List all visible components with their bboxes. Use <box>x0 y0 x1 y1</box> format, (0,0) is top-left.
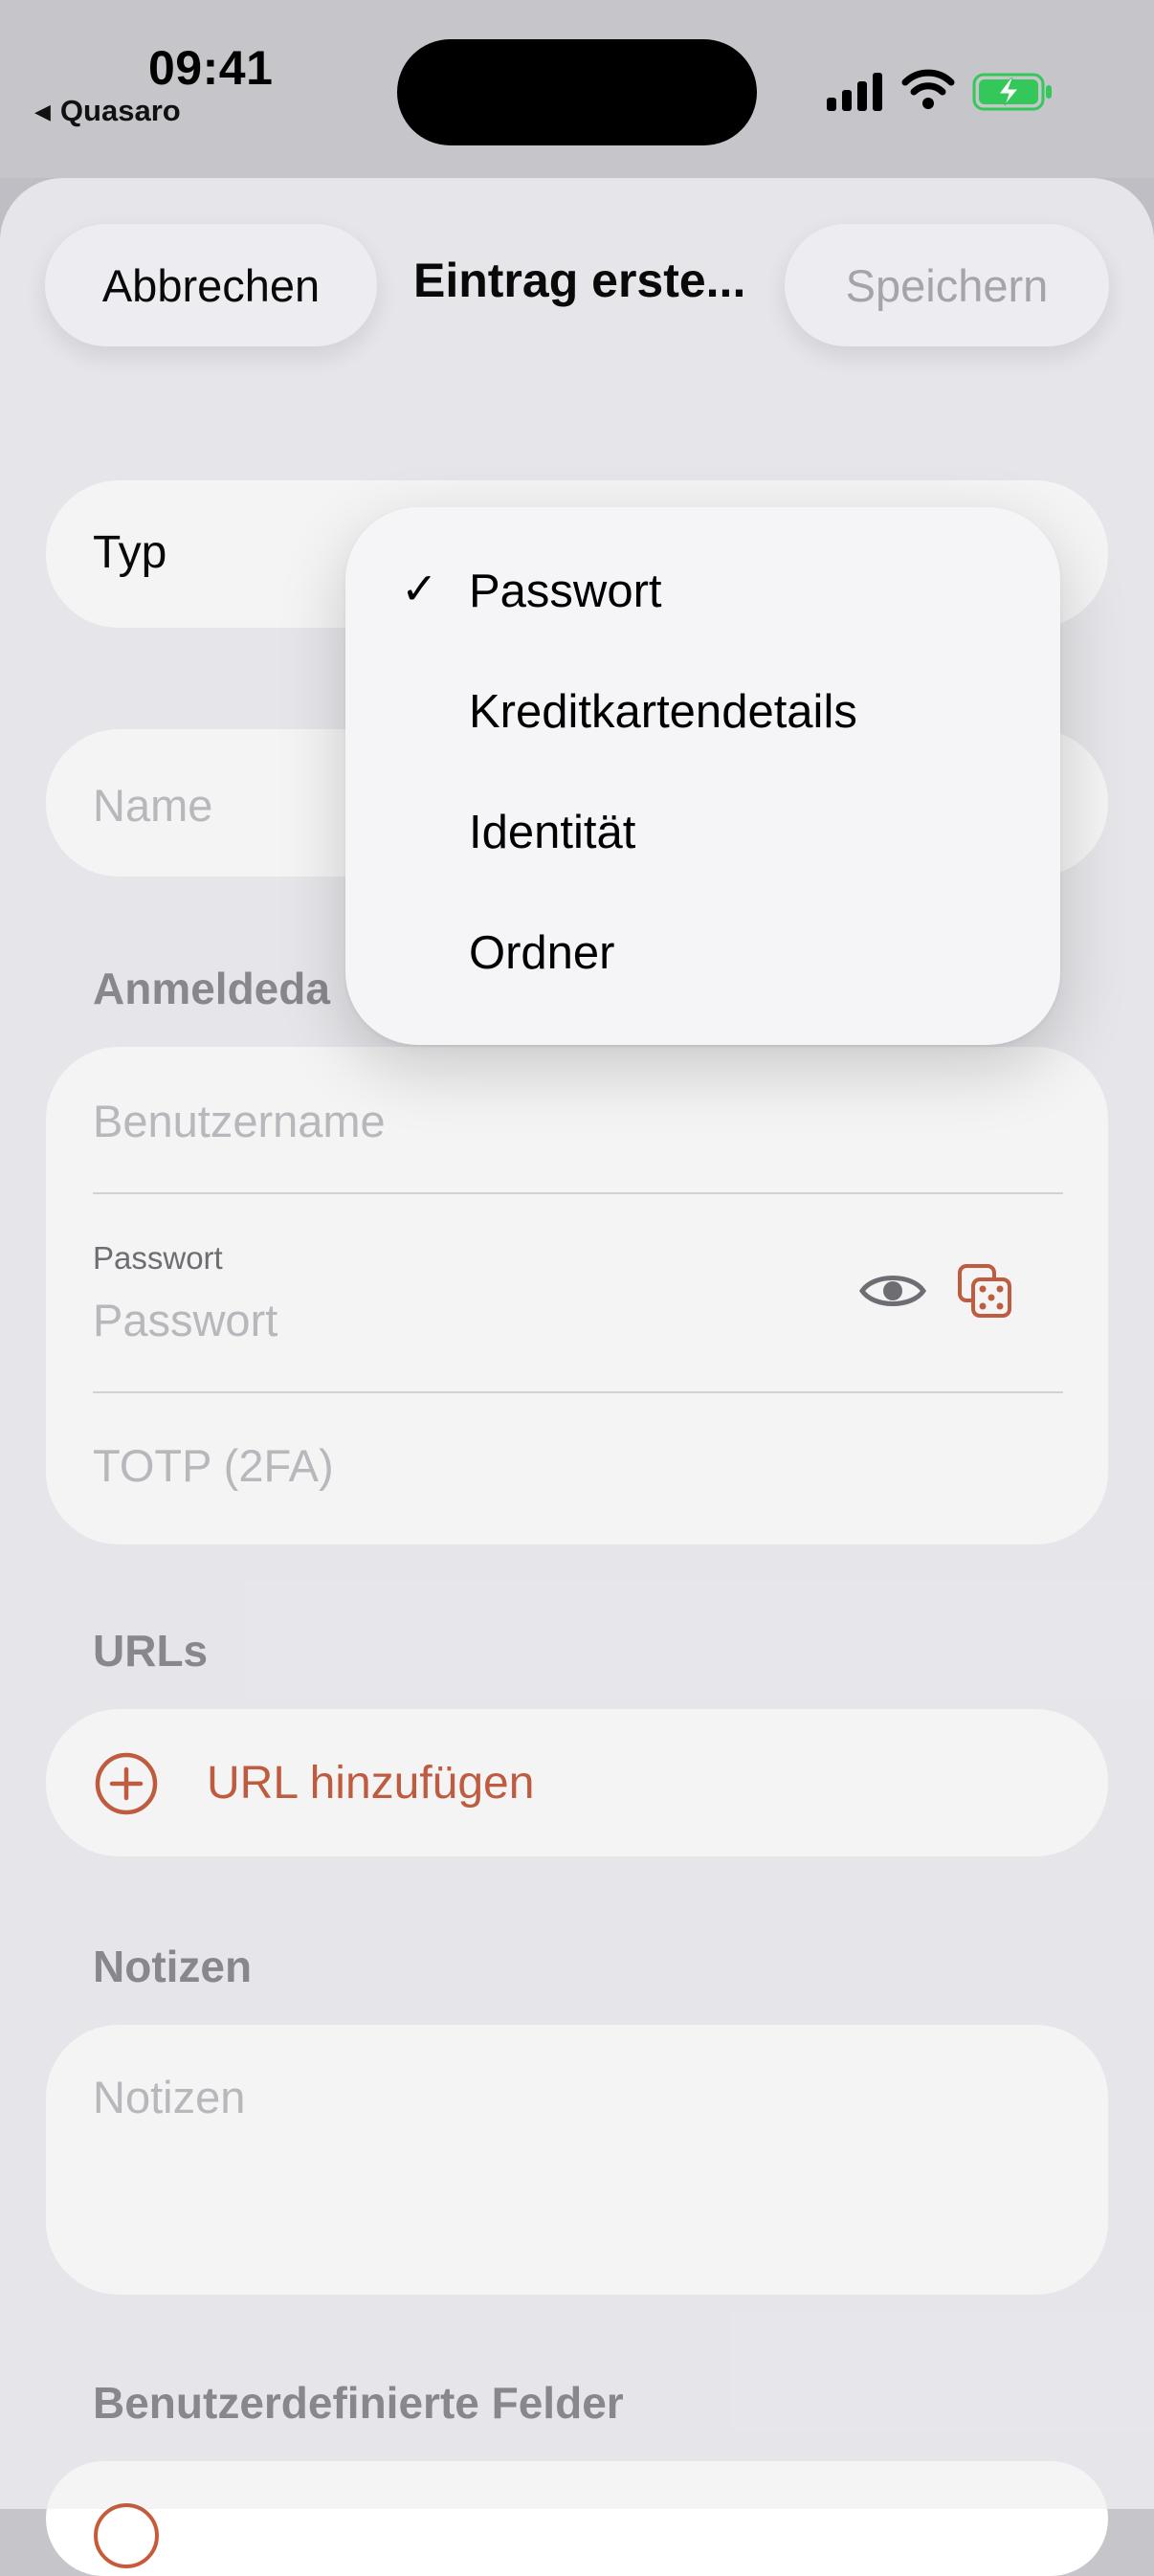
back-arrow-icon: ◀ <box>34 100 51 123</box>
notes-section-header: Notizen <box>93 1942 253 1991</box>
totp-field[interactable]: TOTP (2FA) <box>93 1439 334 1492</box>
status-time: 09:41 <box>148 41 274 95</box>
plus-circle-icon[interactable] <box>94 2503 159 2568</box>
menu-item-label: Ordner <box>469 927 615 979</box>
divider <box>93 1192 1063 1194</box>
cellular-signal-icon <box>827 73 882 111</box>
menu-item-kreditkartendetails[interactable]: Kreditkartendetails <box>345 655 1060 775</box>
wifi-icon <box>901 69 955 109</box>
battery-charging-icon <box>972 73 1052 111</box>
notes-field[interactable] <box>46 2025 1108 2295</box>
password-field-label: Passwort <box>93 1240 223 1276</box>
add-url-button[interactable] <box>46 1709 1108 1856</box>
divider <box>93 1391 1063 1393</box>
menu-item-passwort[interactable]: ✓ Passwort <box>345 534 1060 655</box>
plus-circle-icon <box>95 1752 158 1815</box>
back-to-app-link[interactable]: ◀ Quasaro <box>34 94 181 128</box>
cancel-button[interactable]: Abbrechen <box>45 224 377 346</box>
notes-placeholder: Notizen <box>93 2072 246 2122</box>
menu-item-ordner[interactable]: Ordner <box>345 896 1060 1016</box>
dice-icon[interactable] <box>957 1263 1012 1319</box>
page-title: Eintrag erste... <box>413 254 746 307</box>
back-app-label: Quasaro <box>59 94 181 127</box>
dynamic-island <box>397 39 757 145</box>
checkmark-icon: ✓ <box>401 564 438 613</box>
save-button[interactable]: Speichern <box>785 224 1109 346</box>
type-label: Typ <box>93 527 167 578</box>
custom-fields-card <box>46 2461 1108 2576</box>
menu-item-label: Passwort <box>469 566 662 617</box>
menu-item-identitaet[interactable]: Identität <box>345 775 1060 896</box>
name-placeholder: Name <box>93 780 213 831</box>
login-section-header: Anmeldeda <box>93 964 330 1013</box>
username-field[interactable]: Benutzername <box>93 1095 386 1147</box>
urls-section-header: URLs <box>93 1626 209 1676</box>
add-url-label: URL hinzufügen <box>207 1758 535 1809</box>
custom-fields-section-header: Benutzerdefinierte Felder <box>93 2378 624 2428</box>
menu-item-label: Identität <box>469 807 636 858</box>
eye-icon[interactable] <box>859 1269 926 1313</box>
status-bar: 09:41 ◀ Quasaro <box>0 0 1154 178</box>
password-field[interactable]: Passwort <box>93 1294 277 1346</box>
menu-item-label: Kreditkartendetails <box>469 686 857 738</box>
type-dropdown-menu: ✓ Passwort Kreditkartendetails Identität… <box>345 507 1060 1045</box>
